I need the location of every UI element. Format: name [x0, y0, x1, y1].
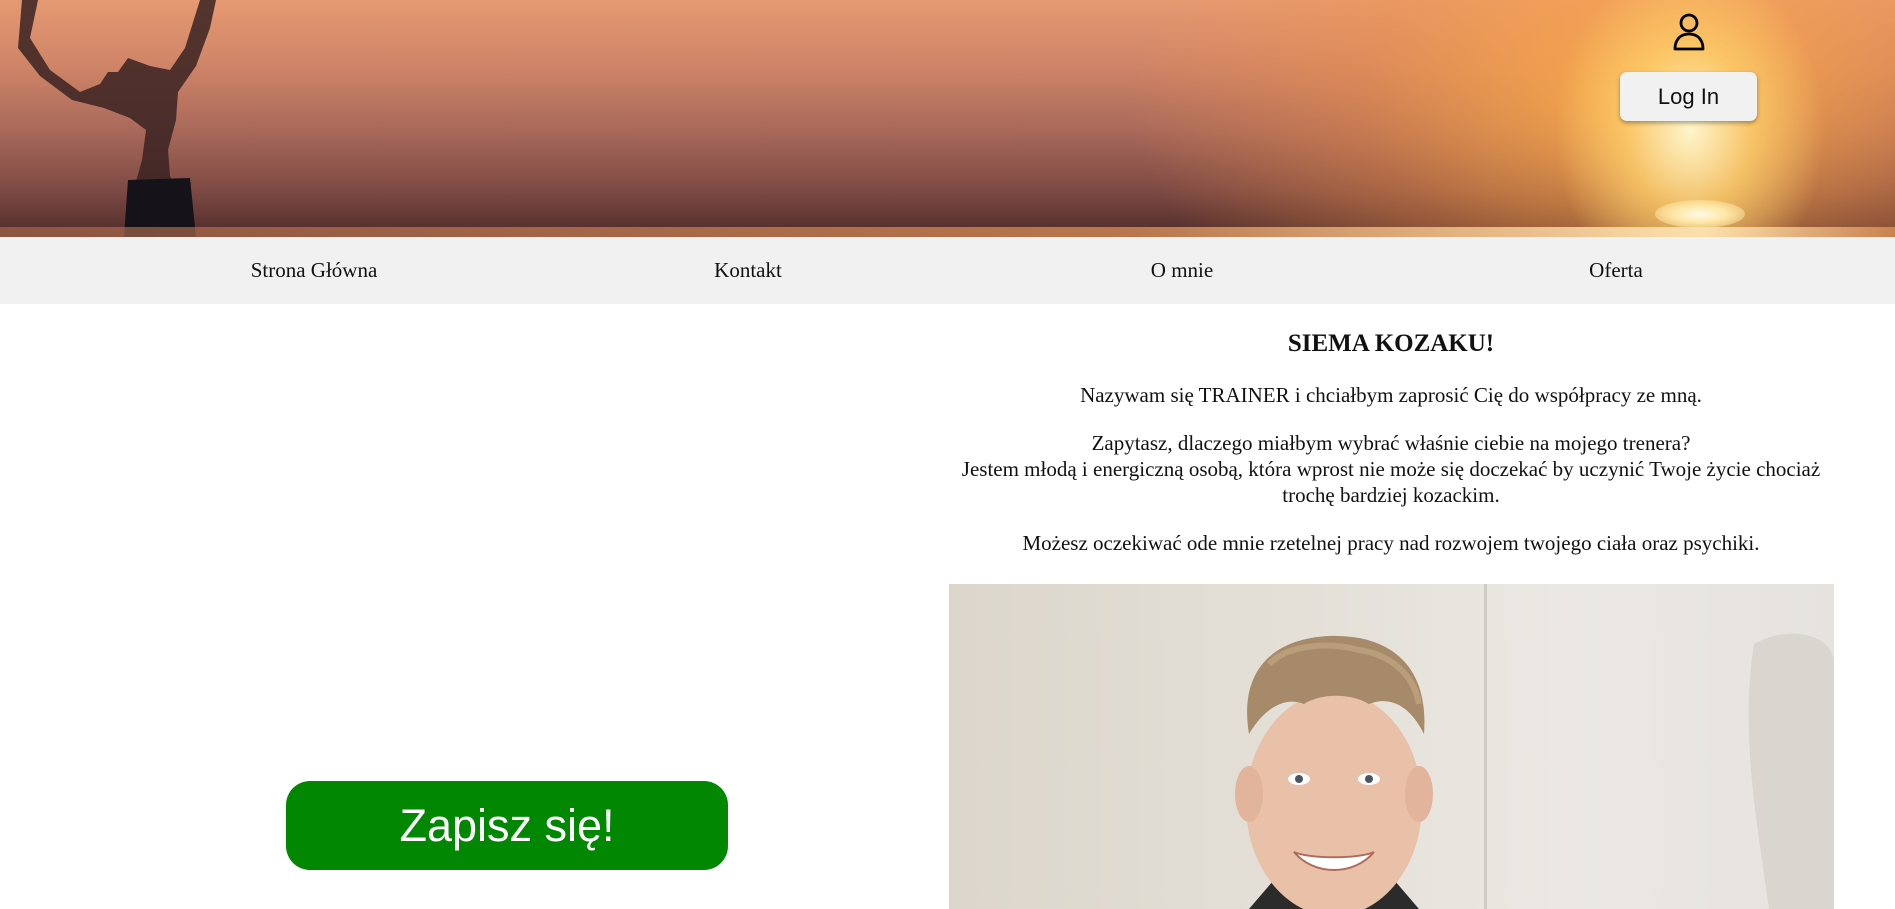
intro-paragraph-3: Możesz oczekiwać ode mnie rzetelnej prac…	[1022, 531, 1760, 555]
intro-paragraph-2-line-1: Zapytasz, dlaczego miałbym wybrać właśni…	[1091, 431, 1691, 455]
user-icon[interactable]	[1672, 12, 1706, 52]
signup-button[interactable]: Zapisz się!	[286, 781, 728, 870]
intro-paragraph-2-line-2: Jestem młodą i energiczną osobą, która w…	[961, 457, 1821, 507]
trainer-portrait	[1235, 584, 1834, 909]
intro-heading: SIEMA KOZAKU!	[1287, 330, 1495, 357]
main-nav: Strona Główna Kontakt O mnie Oferta	[0, 237, 1895, 304]
intro-paragraph-1: Nazywam się TRAINER i chciałbym zaprosić…	[1080, 383, 1702, 407]
sun-glow	[1655, 200, 1745, 228]
nav-item-about[interactable]: O mnie	[1022, 237, 1342, 304]
nav-item-contact[interactable]: Kontakt	[588, 237, 908, 304]
intro-section: SIEMA KOZAKU! Nazywam się TRAINER i chci…	[948, 322, 1834, 556]
nav-item-offer[interactable]: Oferta	[1456, 237, 1776, 304]
athlete-silhouette	[18, 0, 216, 237]
nav-item-home[interactable]: Strona Główna	[154, 237, 474, 304]
login-button[interactable]: Log In	[1620, 72, 1757, 121]
header-banner: Log In	[0, 0, 1895, 237]
trainer-photo	[949, 584, 1834, 909]
